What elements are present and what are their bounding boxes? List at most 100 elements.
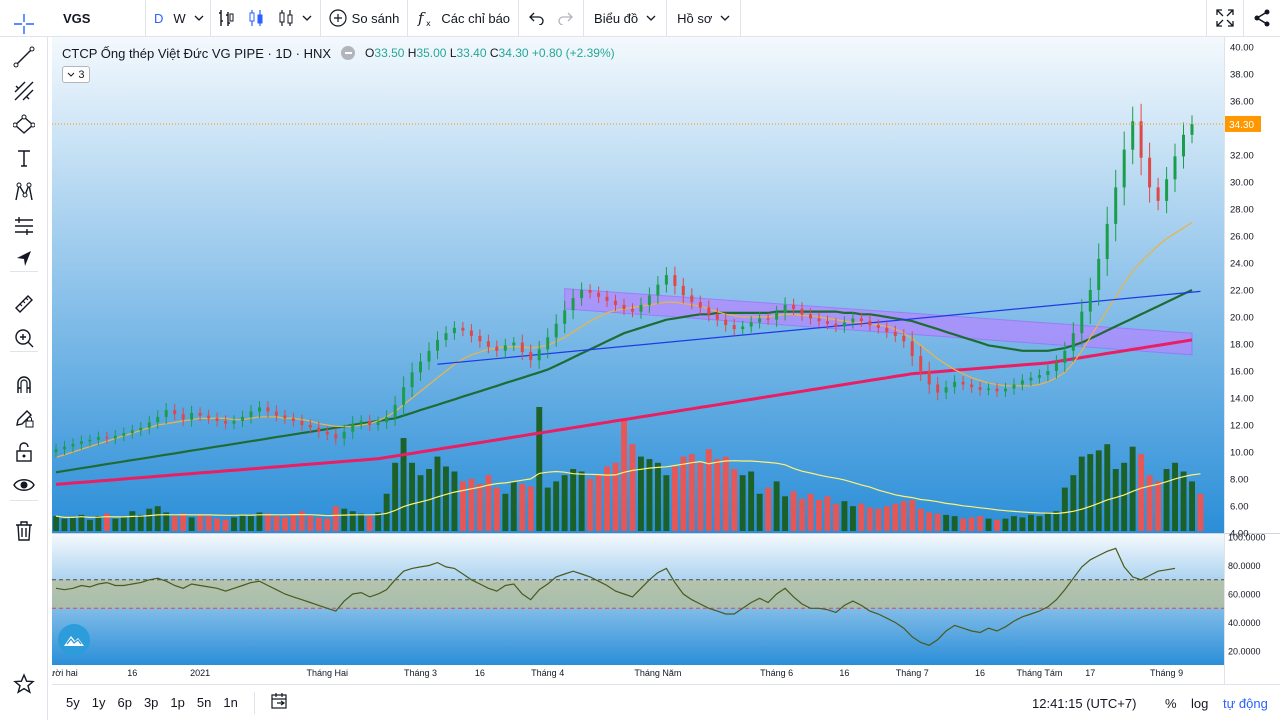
volume-bar [485, 475, 492, 531]
range-5d[interactable]: 5n [191, 695, 217, 710]
pattern-tool[interactable] [8, 176, 40, 208]
trendline-tool[interactable] [8, 41, 40, 73]
profile-menu-button[interactable]: Hồ sơ [667, 0, 740, 37]
candle-body [325, 431, 329, 435]
redo-button[interactable] [551, 0, 583, 37]
candle-body [546, 337, 550, 350]
hollow-candles-icon [279, 10, 293, 26]
candle-body [283, 415, 287, 419]
candle-body [461, 327, 465, 331]
redo-icon [558, 12, 573, 25]
volume-bar [985, 518, 992, 531]
high-value: 35.00 [416, 46, 447, 60]
price-tick-label: 12.00 [1230, 421, 1254, 432]
ruler-tool[interactable] [8, 288, 40, 320]
range-5y[interactable]: 5y [60, 695, 86, 710]
range-1y[interactable]: 1y [86, 695, 112, 710]
candle-body [410, 372, 414, 388]
volume-bar [833, 503, 839, 531]
rsi-tick-label: 40.0000 [1228, 618, 1261, 628]
fib-tool[interactable] [8, 75, 40, 107]
volume-bar [1061, 487, 1068, 531]
candle-body [741, 326, 745, 330]
auto-scale-button[interactable]: tự động [1223, 685, 1268, 720]
price-tick-label: 30.00 [1230, 178, 1254, 189]
candle-body [944, 387, 948, 393]
volume-bar [120, 517, 127, 531]
candle-body [749, 322, 753, 327]
percent-scale-button[interactable]: % [1165, 685, 1177, 720]
mountain-logo-icon [64, 636, 84, 646]
rsi-tick-label: 60.0000 [1228, 590, 1261, 600]
range-3m[interactable]: 3p [138, 695, 164, 710]
goto-date-button[interactable] [265, 693, 295, 712]
prediction-tool[interactable] [8, 210, 40, 242]
indicators-button[interactable]: fx Các chỉ báo [408, 0, 518, 37]
lock-all-drawings[interactable] [8, 436, 40, 468]
zoom-tool[interactable] [8, 322, 40, 354]
rsi-band [52, 579, 1224, 609]
share-icon [1254, 9, 1270, 27]
interval-week-button[interactable]: W [169, 0, 189, 37]
broker-logo[interactable] [58, 624, 90, 656]
chart-type-dropdown[interactable] [298, 0, 320, 37]
bar-style-button[interactable] [211, 0, 241, 37]
hollow-candles-button[interactable] [271, 0, 298, 37]
candle-body [605, 296, 609, 301]
svg-text:f: f [417, 9, 426, 27]
volume-bar [977, 516, 983, 531]
crosshair-tool[interactable] [8, 8, 40, 40]
separator [10, 500, 38, 501]
price-tick-label: 16.00 [1230, 367, 1254, 378]
candle-body [512, 342, 516, 346]
candle-body [173, 410, 177, 415]
compare-button[interactable]: So sánh [321, 0, 408, 37]
indicators-collapse-button[interactable]: 3 [62, 66, 90, 83]
chart-area[interactable]: 34.30 40.00 38.00 36.00 32.00 30.00 28.00 26.00… [52, 37, 1280, 684]
volume-bar [1036, 516, 1043, 531]
range-6m[interactable]: 6p [111, 695, 137, 710]
time-tick-label: Tháng Năm [634, 668, 681, 678]
volume-bar [443, 466, 449, 531]
interval-day-button[interactable]: D [146, 0, 169, 37]
remove-drawings[interactable] [8, 515, 40, 547]
volume-bar [154, 506, 161, 531]
favorites-tool[interactable] [8, 668, 40, 700]
candle-body [1114, 187, 1118, 224]
hide-series-icon[interactable] [341, 46, 356, 60]
magnet-tool[interactable] [8, 368, 40, 400]
range-1m[interactable]: 1p [164, 695, 190, 710]
pencil-lock-icon [16, 410, 34, 428]
candle-body [1029, 377, 1033, 381]
volume-bar [722, 456, 729, 531]
volume-bar [392, 462, 399, 531]
interval-dropdown[interactable] [190, 0, 210, 37]
time-tick-label: Tháng 4 [531, 668, 564, 678]
volume-bar [1138, 454, 1145, 531]
hide-drawings[interactable] [8, 469, 40, 501]
shapes-tool[interactable] [8, 109, 40, 141]
eye-icon [13, 479, 35, 491]
volume-bar [400, 438, 407, 531]
volume-bar [290, 514, 297, 531]
price-axis-background [1224, 37, 1280, 684]
fullscreen-button[interactable] [1207, 0, 1243, 37]
last-price-label: 34.30 [1229, 120, 1254, 131]
chart-menu-button[interactable]: Biểu đồ [584, 0, 666, 37]
candle-body [961, 381, 965, 385]
log-scale-button[interactable]: log [1191, 685, 1208, 720]
rsi-tick-label: 20.0000 [1228, 647, 1261, 657]
candle-body [1173, 156, 1177, 180]
candle-body [266, 407, 270, 412]
text-tool[interactable] [8, 142, 40, 174]
range-1d[interactable]: 1n [217, 695, 243, 710]
volume-bar [926, 512, 933, 531]
change-value: +0.80 (+2.39%) [531, 46, 615, 60]
candles-style-button[interactable] [241, 0, 271, 37]
lock-drawing-mode[interactable] [8, 402, 40, 434]
share-button[interactable] [1244, 0, 1280, 37]
chart-canvas[interactable]: 34.3040.0038.0036.0032.0030.0028.0026.00… [52, 37, 1280, 684]
clock[interactable]: 12:41:15 (UTC+7) [1032, 685, 1136, 720]
volume-bar [214, 518, 220, 531]
undo-button[interactable] [519, 0, 551, 37]
